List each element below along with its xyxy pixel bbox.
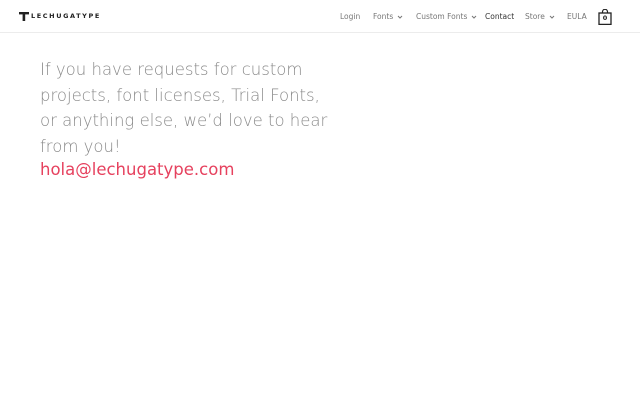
nav-fonts-label: Fonts — [373, 12, 394, 21]
nav-login-label: Login — [340, 12, 361, 21]
contact-message: If you have requests for custom projects… — [40, 60, 328, 156]
nav-contact-label: Contact — [485, 12, 515, 21]
chevron-down-icon — [549, 14, 555, 20]
nav-eula[interactable]: EULA — [567, 11, 587, 23]
chevron-down-icon — [397, 14, 403, 20]
nav-store[interactable]: Store — [525, 11, 555, 23]
nav-fonts[interactable]: Fonts — [373, 11, 403, 23]
main-nav: Login Fonts Custom Fonts Contact Store E… — [0, 11, 640, 25]
chevron-down-icon — [471, 14, 477, 20]
nav-store-label: Store — [525, 12, 545, 21]
cart-count: 0 — [602, 14, 608, 22]
cart-button[interactable]: 0 — [598, 9, 612, 25]
nav-custom-fonts[interactable]: Custom Fonts — [416, 11, 477, 23]
nav-custom-fonts-label: Custom Fonts — [416, 12, 468, 21]
nav-eula-label: EULA — [567, 12, 587, 21]
page: LECHUGATYPE Login Fonts Custom Fonts Con… — [0, 0, 640, 400]
contact-email-link[interactable]: hola@lechugatype.com — [40, 158, 234, 182]
nav-login[interactable]: Login — [340, 11, 360, 23]
nav-contact[interactable]: Contact — [485, 11, 514, 23]
site-header: LECHUGATYPE Login Fonts Custom Fonts Con… — [0, 0, 640, 33]
